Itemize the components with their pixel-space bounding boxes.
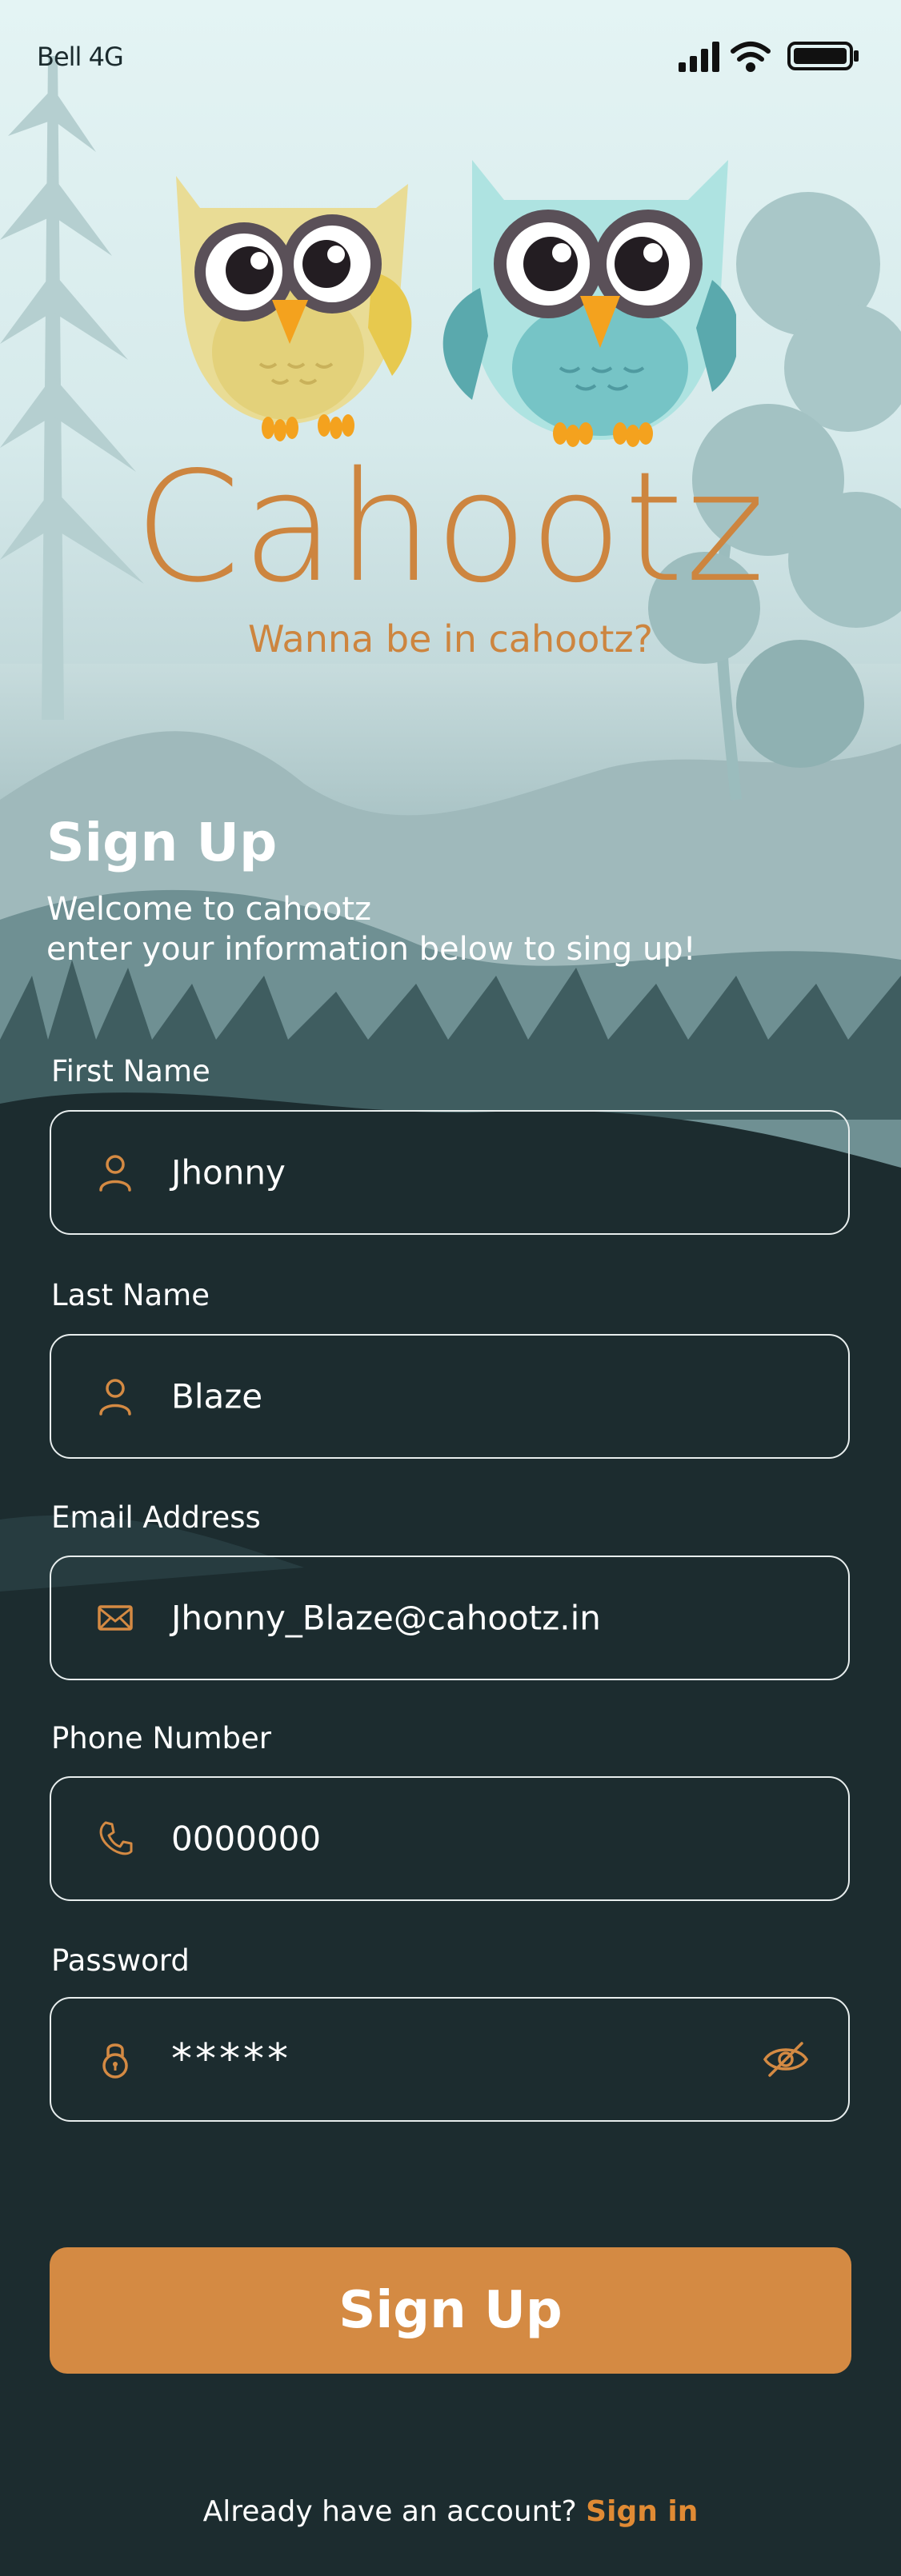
last-name-field[interactable]: Blaze [50,1334,850,1459]
status-icons [679,42,859,72]
password-label: Password [51,1943,190,1978]
first-name-value: Jhonny [171,1152,286,1192]
phone-value: 0000000 [171,1819,322,1859]
user-icon [99,1155,131,1192]
brand-title: Cahootz [134,439,767,616]
phone-icon [99,1821,133,1855]
sign-in-prompt: Already have an account? Sign in [0,2495,901,2528]
carrier-label: Bell 4G [37,42,124,72]
welcome-line-2: enter your information below to sing up! [46,931,696,968]
brand-tagline: Wanna be in cahootz? [247,617,654,661]
email-label: Email Address [51,1500,261,1535]
phone-field[interactable]: 0000000 [50,1776,850,1901]
email-field[interactable]: Jhonny_Blaze@cahootz.in [50,1556,850,1680]
teal-owl [442,160,736,447]
welcome-text: Welcome to cahootz enter your informatio… [46,889,696,969]
yellow-owl [176,176,412,441]
email-value: Jhonny_Blaze@cahootz.in [171,1598,601,1638]
password-value: ***** [171,2035,291,2083]
lock-icon [102,2043,128,2079]
first-name-label: First Name [51,1054,210,1088]
owls-logo [176,160,736,447]
first-name-field[interactable]: Jhonny [50,1110,850,1235]
sign-in-link[interactable]: Sign in [586,2495,698,2528]
page-title: Sign Up [46,812,278,873]
user-icon [99,1379,131,1416]
envelope-icon [98,1605,133,1631]
eye-off-icon[interactable] [762,2039,810,2080]
password-field[interactable]: ***** [50,1997,850,2122]
sign-in-prompt-text: Already have an account? [202,2495,577,2528]
wifi-icon [731,42,771,72]
sign-up-button[interactable]: Sign Up [50,2247,851,2374]
signal-icon [679,42,719,72]
battery-icon [787,42,859,70]
welcome-line-1: Welcome to cahootz [46,891,372,928]
last-name-value: Blaze [171,1376,263,1416]
phone-label: Phone Number [51,1721,272,1755]
last-name-label: Last Name [51,1278,210,1312]
